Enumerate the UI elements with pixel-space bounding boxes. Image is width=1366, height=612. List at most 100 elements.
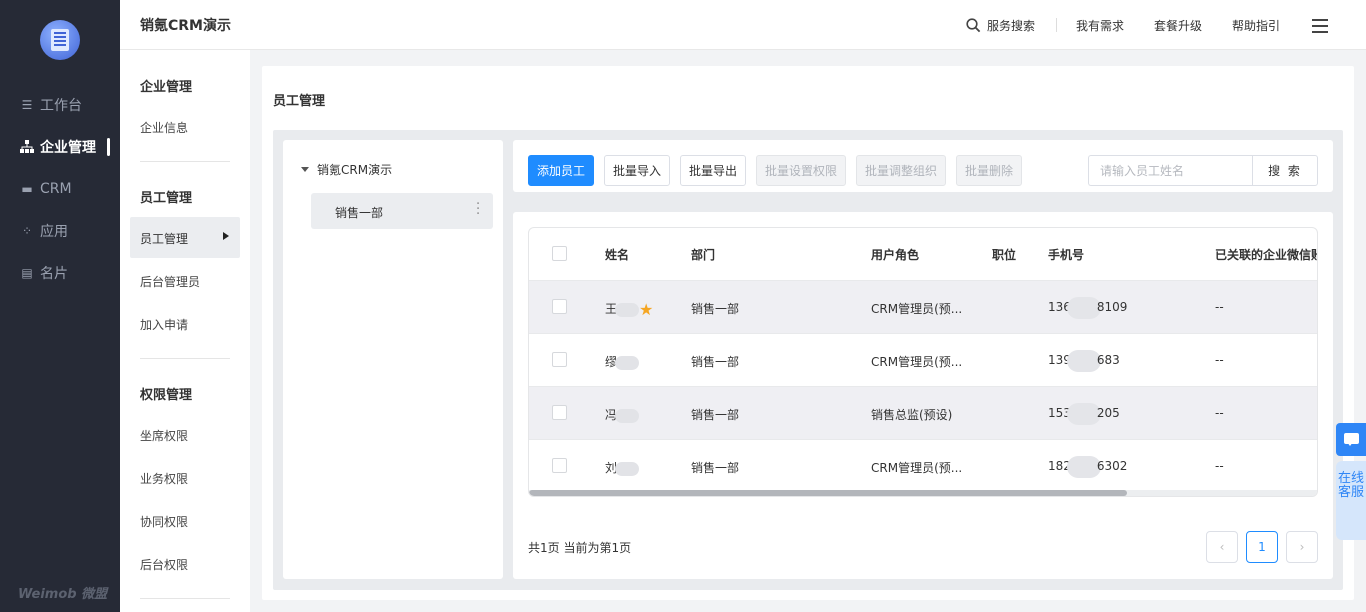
batch-export-button[interactable]: 批量导出 bbox=[680, 155, 746, 186]
batch-permission-button[interactable]: 批量设置权限 bbox=[756, 155, 846, 186]
header-divider bbox=[1056, 18, 1057, 32]
caret-down-icon[interactable] bbox=[301, 167, 309, 172]
sub-divider bbox=[140, 161, 230, 162]
sub-item-staff-management[interactable]: 员工管理 bbox=[130, 217, 240, 258]
content-area: 销氪CRM演示 销售一部 · · · 添加员工 批量导入 批量导出 批量设置权限 批… bbox=[273, 130, 1343, 590]
pagination-info: 共1页 当前为第1页 bbox=[528, 541, 632, 555]
staff-name-search-input[interactable] bbox=[1088, 155, 1253, 186]
nav-item-workbench[interactable]: ☰ 工作台 bbox=[0, 91, 120, 119]
table-row[interactable]: 刘 销售一部 CRM管理员(预... 182 6302 -- bbox=[529, 440, 1317, 493]
nav-item-label: 工作台 bbox=[40, 98, 82, 114]
staff-role: 销售总监(预设) bbox=[871, 408, 953, 422]
staff-role: CRM管理员(预... bbox=[871, 461, 963, 475]
batch-import-button[interactable]: 批量导入 bbox=[604, 155, 670, 186]
table-row[interactable]: 缪 销售一部 CRM管理员(预... 139 683 -- bbox=[529, 334, 1317, 387]
company-logo[interactable] bbox=[40, 20, 80, 60]
redacted-mask bbox=[1066, 402, 1101, 425]
main-nav: ☰ 工作台 企业管理 ▬ CRM ⁘ 应用 ▤ 名片 Weimob 微盟 bbox=[0, 0, 120, 612]
staff-table: 姓名 部门 用户角色 职位 手机号 已关联的企业微信账 王 ★ 销售一部 CRM管… bbox=[528, 227, 1318, 497]
nav-item-crm[interactable]: ▬ CRM bbox=[0, 175, 120, 203]
nav-item-apps[interactable]: ⁘ 应用 bbox=[0, 217, 120, 245]
staff-phone: 153 205 bbox=[1048, 402, 1120, 425]
nav-item-card[interactable]: ▤ 名片 bbox=[0, 259, 120, 287]
sub-section-title: 企业管理 bbox=[140, 80, 193, 95]
sub-item-admins[interactable]: 后台管理员 bbox=[140, 273, 200, 290]
more-vertical-icon[interactable]: · · · bbox=[476, 198, 480, 221]
sub-divider bbox=[140, 598, 230, 599]
tree-root[interactable]: 销氪CRM演示 bbox=[301, 161, 392, 178]
staff-name: 刘 bbox=[605, 459, 640, 476]
scrollbar-thumb[interactable] bbox=[529, 490, 1127, 496]
sub-item-business-perm[interactable]: 业务权限 bbox=[140, 470, 188, 487]
batch-adjust-org-button[interactable]: 批量调整组织 bbox=[856, 155, 946, 186]
add-staff-button[interactable]: 添加员工 bbox=[528, 155, 594, 186]
top-header: 销氪CRM演示 服务搜索 我有需求 套餐升级 帮助指引 bbox=[120, 0, 1366, 50]
apps-icon: ⁘ bbox=[21, 224, 33, 238]
sub-menu: 企业管理 企业信息 员工管理 员工管理 后台管理员 加入申请 权限管理 坐席权限… bbox=[120, 50, 250, 612]
redacted-mask bbox=[615, 461, 640, 476]
redacted-mask bbox=[615, 355, 640, 370]
row-checkbox[interactable] bbox=[552, 405, 567, 420]
table-header: 姓名 部门 用户角色 职位 手机号 已关联的企业微信账 bbox=[529, 228, 1317, 281]
main-card: 员工管理 销氪CRM演示 销售一部 · · · 添加员工 批量导入 批量导出 批量设… bbox=[262, 66, 1354, 600]
prev-page-button[interactable]: ‹ bbox=[1206, 531, 1238, 563]
app-title: 销氪CRM演示 bbox=[140, 18, 231, 34]
horizontal-scrollbar[interactable] bbox=[529, 490, 1317, 496]
staff-dept: 销售一部 bbox=[691, 461, 740, 475]
staff-phone: 182 6302 bbox=[1048, 455, 1127, 478]
staff-wx: -- bbox=[1215, 300, 1224, 314]
requirement-link[interactable]: 我有需求 bbox=[1076, 17, 1124, 34]
tree-node-label: 销售一部 bbox=[335, 206, 384, 220]
page-title: 员工管理 bbox=[273, 94, 326, 109]
row-checkbox[interactable] bbox=[552, 352, 567, 367]
menu-icon[interactable] bbox=[1312, 19, 1328, 33]
row-checkbox[interactable] bbox=[552, 458, 567, 473]
redacted-mask bbox=[1066, 455, 1101, 478]
service-search-link[interactable]: 服务搜索 bbox=[966, 17, 1035, 34]
select-all-checkbox[interactable] bbox=[552, 246, 567, 261]
service-search-label: 服务搜索 bbox=[987, 19, 1036, 33]
help-link[interactable]: 帮助指引 bbox=[1232, 17, 1280, 34]
next-page-button[interactable]: › bbox=[1286, 531, 1318, 563]
staff-wx: -- bbox=[1215, 406, 1224, 420]
staff-name: 冯 bbox=[605, 406, 640, 423]
sub-section-title: 权限管理 bbox=[140, 388, 193, 403]
batch-delete-button[interactable]: 批量删除 bbox=[956, 155, 1022, 186]
page-number-button[interactable]: 1 bbox=[1246, 531, 1278, 563]
table-row[interactable]: 冯 销售一部 销售总监(预设) 153 205 -- bbox=[529, 387, 1317, 440]
tree-root-label: 销氪CRM演示 bbox=[317, 163, 393, 177]
chevron-right-icon: › bbox=[1299, 540, 1305, 554]
caret-right-icon bbox=[223, 232, 229, 240]
star-icon: ★ bbox=[639, 300, 654, 319]
card-icon: ▤ bbox=[21, 266, 33, 280]
staff-name: 缪 bbox=[605, 353, 640, 370]
column-header: 职位 bbox=[992, 248, 1017, 262]
tree-node-sales-1[interactable]: 销售一部 · · · bbox=[311, 193, 493, 229]
redacted-mask bbox=[1066, 349, 1101, 372]
nav-item-enterprise[interactable]: 企业管理 bbox=[0, 133, 120, 161]
staff-table-card: 姓名 部门 用户角色 职位 手机号 已关联的企业微信账 王 ★ 销售一部 CRM管… bbox=[513, 212, 1333, 579]
staff-dept: 销售一部 bbox=[691, 408, 740, 422]
sub-item-enterprise-info[interactable]: 企业信息 bbox=[140, 119, 188, 136]
upgrade-link[interactable]: 套餐升级 bbox=[1154, 17, 1202, 34]
sub-item-admin-perm[interactable]: 后台权限 bbox=[140, 556, 188, 573]
staff-role: CRM管理员(预... bbox=[871, 355, 963, 369]
search-button[interactable]: 搜 索 bbox=[1252, 155, 1318, 186]
row-checkbox[interactable] bbox=[552, 299, 567, 314]
staff-wx: -- bbox=[1215, 459, 1224, 473]
org-chart-icon bbox=[20, 140, 34, 154]
message-float-button[interactable] bbox=[1336, 423, 1366, 456]
sub-item-join-requests[interactable]: 加入申请 bbox=[140, 316, 188, 333]
staff-role: CRM管理员(预... bbox=[871, 302, 963, 316]
online-service-button[interactable]: 在线客服 bbox=[1336, 461, 1366, 540]
sub-item-label: 员工管理 bbox=[140, 232, 189, 246]
table-row[interactable]: 王 ★ 销售一部 CRM管理员(预... 136 8109 -- bbox=[529, 281, 1317, 334]
brand-logo: Weimob 微盟 bbox=[18, 587, 108, 602]
staff-wx: -- bbox=[1215, 353, 1224, 367]
staff-phone: 136 8109 bbox=[1048, 296, 1127, 319]
sub-item-seat-perm[interactable]: 坐席权限 bbox=[140, 427, 188, 444]
column-header: 姓名 bbox=[605, 248, 630, 262]
staff-name: 王 ★ bbox=[605, 300, 654, 319]
nav-item-label: 应用 bbox=[40, 224, 68, 240]
sub-item-collab-perm[interactable]: 协同权限 bbox=[140, 513, 188, 530]
